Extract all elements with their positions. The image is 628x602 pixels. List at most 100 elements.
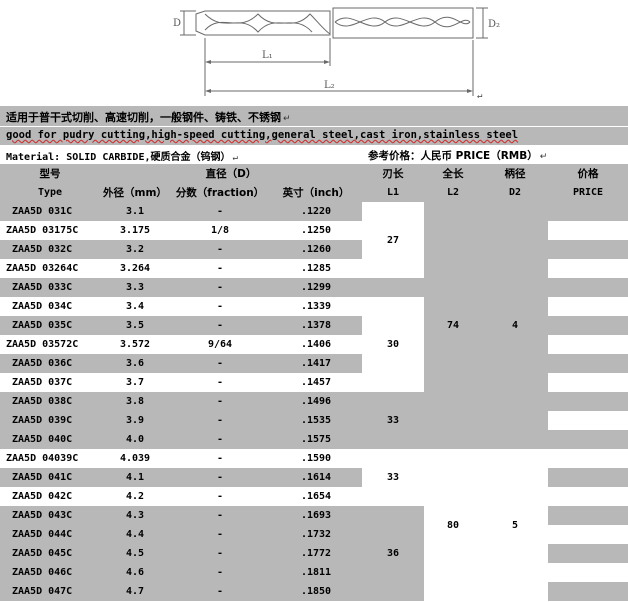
- cell-outer-diameter: 4.039: [100, 449, 170, 468]
- cell-fraction: -: [170, 563, 270, 582]
- cell-type-code: ZAA5D 037C: [0, 373, 100, 392]
- cell-outer-diameter: 4.7: [100, 582, 170, 601]
- cell-type-code: ZAA5D 044C: [0, 525, 100, 544]
- header-inch: 英寸（inch）: [270, 183, 362, 202]
- cell-l1: 36: [362, 506, 424, 601]
- shank-diameter-label: D₂: [488, 19, 500, 30]
- cell-price: [548, 278, 628, 297]
- cell-price: [548, 544, 628, 563]
- cell-type-code: ZAA5D 031C: [0, 202, 100, 221]
- cell-outer-diameter: 4.2: [100, 487, 170, 506]
- cell-price: [548, 373, 628, 392]
- header-d2: D2: [482, 183, 548, 202]
- return-mark: ↵: [477, 91, 482, 101]
- cell-l2: 74: [424, 202, 482, 449]
- cell-price: [548, 297, 628, 316]
- header-l1: L1: [362, 183, 424, 202]
- header-shank: 柄径: [482, 164, 548, 183]
- header-model: 型号: [0, 164, 100, 183]
- header-fraction: 分数（fraction）: [170, 183, 270, 202]
- cell-l1: 30: [362, 297, 424, 392]
- return-mark: ↵: [539, 152, 548, 162]
- drill-drawing: D D₂ L₁ L₂ ↵: [173, 7, 500, 101]
- cell-price: [548, 563, 628, 582]
- cell-type-code: ZAA5D 035C: [0, 316, 100, 335]
- cell-outer-diameter: 3.5: [100, 316, 170, 335]
- cell-outer-diameter: 3.9: [100, 411, 170, 430]
- cell-fraction: -: [170, 392, 270, 411]
- return-mark: ↵: [232, 153, 238, 163]
- cell-price: [548, 449, 628, 468]
- cell-price: [548, 506, 628, 525]
- cell-inch: .1496: [270, 392, 362, 411]
- drill-spec-table: 型号 直径（D） 刃长 全长 柄径 价格 Type 外径（mm） 分数（frac…: [0, 164, 628, 601]
- application-note-cn: 适用于普干式切削、高速切削，一般钢件、铸铁、不锈钢 ↵: [0, 106, 628, 126]
- cell-l1: 33: [362, 392, 424, 449]
- cell-outer-diameter: 4.5: [100, 544, 170, 563]
- cell-type-code: ZAA5D 034C: [0, 297, 100, 316]
- cell-inch: .1220: [270, 202, 362, 221]
- cell-fraction: -: [170, 449, 270, 468]
- cell-outer-diameter: 4.4: [100, 525, 170, 544]
- cell-fraction: -: [170, 202, 270, 221]
- header-flute: 刃长: [362, 164, 424, 183]
- cell-inch: .1457: [270, 373, 362, 392]
- application-note-en: good for pudry cutting,high-speed cuttin…: [0, 127, 628, 145]
- cell-fraction: -: [170, 354, 270, 373]
- cell-fraction: -: [170, 430, 270, 449]
- cell-fraction: -: [170, 259, 270, 278]
- cell-price: [548, 240, 628, 259]
- cell-price: [548, 316, 628, 335]
- cell-outer-diameter: 3.6: [100, 354, 170, 373]
- cell-type-code: ZAA5D 032C: [0, 240, 100, 259]
- cell-fraction: -: [170, 316, 270, 335]
- cell-price: [548, 582, 628, 601]
- cell-type-code: ZAA5D 03264C: [0, 259, 100, 278]
- cell-fraction: -: [170, 240, 270, 259]
- header-row-cn: 型号 直径（D） 刃长 全长 柄径 价格: [0, 164, 628, 183]
- cell-fraction: -: [170, 297, 270, 316]
- cell-type-code: ZAA5D 038C: [0, 392, 100, 411]
- header-price: 价格: [548, 164, 628, 183]
- cell-inch: .1260: [270, 240, 362, 259]
- cell-type-code: ZAA5D 047C: [0, 582, 100, 601]
- cell-outer-diameter: 3.7: [100, 373, 170, 392]
- material-line: Material: SOLID CARBIDE,硬质合金（钨钢） ↵ 参考价格：人…: [0, 146, 628, 163]
- cell-price: [548, 525, 628, 544]
- cell-l1: 33: [362, 449, 424, 506]
- cell-l2: 80: [424, 449, 482, 601]
- cell-outer-diameter: 3.1: [100, 202, 170, 221]
- cell-outer-diameter: 4.1: [100, 468, 170, 487]
- cell-inch: .1250: [270, 221, 362, 240]
- material-text: Material: SOLID CARBIDE,硬质合金（钨钢）: [6, 152, 231, 163]
- cell-type-code: ZAA5D 03572C: [0, 335, 100, 354]
- cell-price: [548, 392, 628, 411]
- cell-fraction: -: [170, 544, 270, 563]
- cell-fraction: -: [170, 411, 270, 430]
- cell-type-code: ZAA5D 039C: [0, 411, 100, 430]
- header-l2: L2: [424, 183, 482, 202]
- cell-type-code: ZAA5D 045C: [0, 544, 100, 563]
- cell-fraction: -: [170, 373, 270, 392]
- cell-l1: [362, 278, 424, 297]
- cell-inch: .1732: [270, 525, 362, 544]
- cell-inch: .1772: [270, 544, 362, 563]
- cell-price: [548, 335, 628, 354]
- cell-inch: .1693: [270, 506, 362, 525]
- cell-outer-diameter: 3.264: [100, 259, 170, 278]
- cell-inch: .1406: [270, 335, 362, 354]
- cell-inch: .1590: [270, 449, 362, 468]
- cell-inch: .1417: [270, 354, 362, 373]
- cell-price: [548, 468, 628, 487]
- cell-inch: .1614: [270, 468, 362, 487]
- header-length: 全长: [424, 164, 482, 183]
- cell-price: [548, 411, 628, 430]
- cell-outer-diameter: 3.8: [100, 392, 170, 411]
- note-text-cn: 适用于普干式切削、高速切削，一般钢件、铸铁、不锈钢: [6, 111, 281, 124]
- cell-price: [548, 221, 628, 240]
- cell-type-code: ZAA5D 046C: [0, 563, 100, 582]
- cell-price: [548, 354, 628, 373]
- cell-inch: .1285: [270, 259, 362, 278]
- cell-d2: 5: [482, 449, 548, 601]
- cell-inch: .1339: [270, 297, 362, 316]
